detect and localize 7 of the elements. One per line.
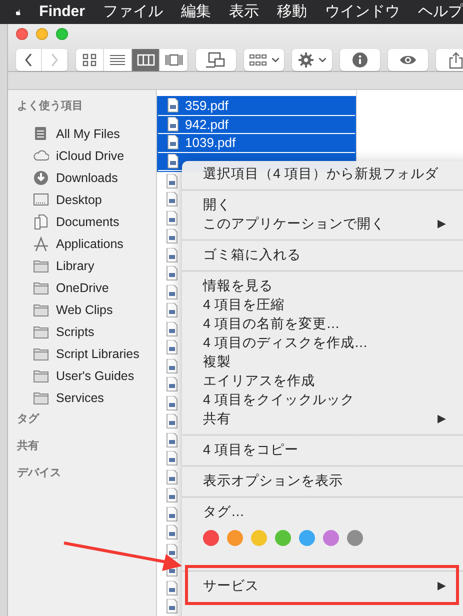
submenu-arrow-icon: ▶ — [438, 411, 446, 428]
submenu-arrow-icon: ▶ — [438, 578, 446, 595]
section-heading: よく使う項目 — [16, 99, 84, 114]
section-heading: デバイス — [16, 466, 62, 481]
section-heading: タグ — [16, 412, 40, 427]
section-heading: 共有 — [16, 438, 40, 454]
submenu-arrow-icon: ▶ — [438, 216, 446, 233]
